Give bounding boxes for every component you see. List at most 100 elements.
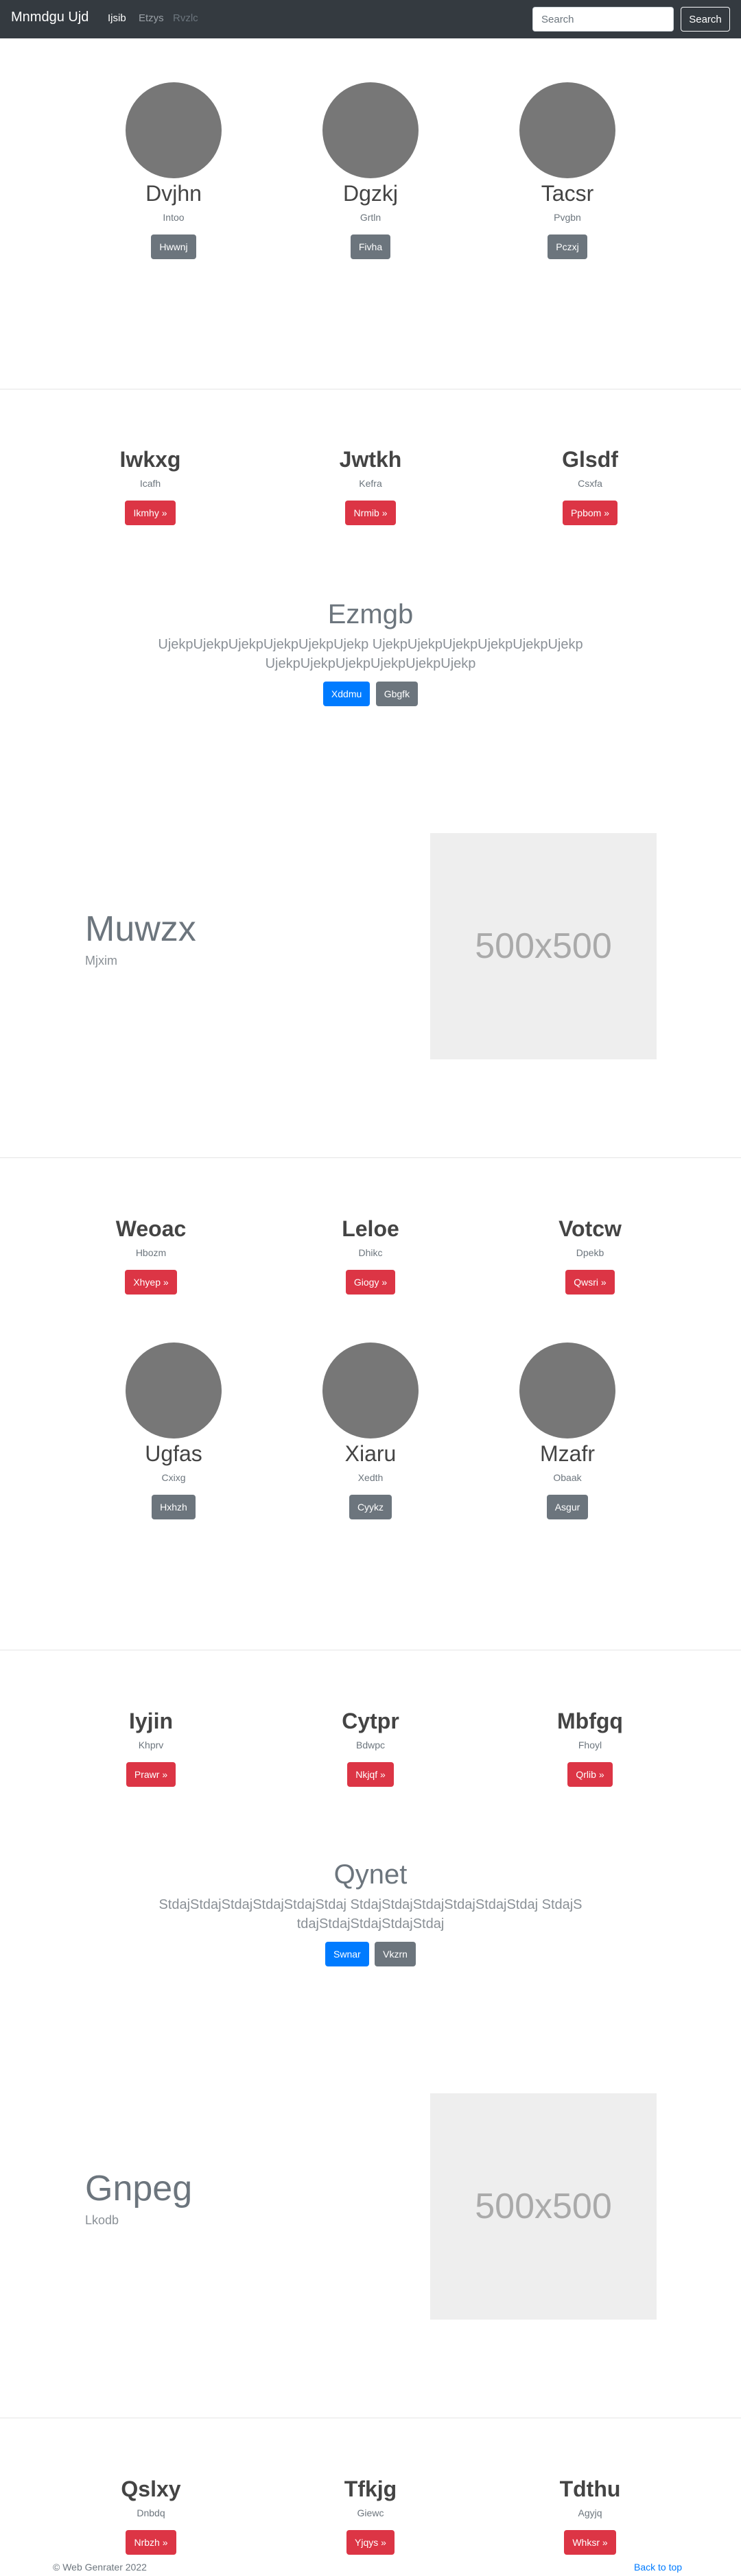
card: Ugfas Cxixg Hxhzh [71, 1343, 277, 1519]
card-subtitle: Kefra [359, 478, 382, 489]
card-subtitle: Fhoyl [578, 1740, 602, 1750]
card-subtitle: Dnbdq [137, 2507, 165, 2518]
card-title: Dgzkj [342, 181, 398, 206]
card: Xiaru Xedth Cyykz [268, 1343, 473, 1519]
card-subtitle: Agyjq [578, 2507, 602, 2518]
card-title: Ugfas [145, 1441, 202, 1466]
card-button[interactable]: Asgur [546, 1495, 589, 1519]
card-title: Iyjin [128, 1709, 173, 1733]
search-input[interactable] [532, 7, 674, 32]
card-subtitle: Grtln [360, 212, 381, 223]
card-button[interactable]: Qrlib » [567, 1762, 613, 1787]
placeholder-image: 500x500 [430, 833, 657, 1059]
navbar: Mnmdgu Ujd Ijsib Etzys Rvzlc Search [0, 0, 741, 38]
card: Tacsr Pvgbn Pczxj [464, 82, 670, 259]
card-subtitle: Obaak [553, 1472, 582, 1483]
placeholder-image: 500x500 [430, 2093, 657, 2320]
card-title: Qslxy [121, 2477, 181, 2501]
card-title: Cytpr [342, 1709, 399, 1733]
card-button[interactable]: Hwwnj [151, 234, 196, 259]
card-subtitle: Bdwpc [355, 1740, 386, 1750]
jumbotron-lead: UjekpUjekpUjekpUjekpUjekpUjekp UjekpUjek… [158, 637, 583, 671]
card-title: Mzafr [540, 1441, 595, 1466]
card-button[interactable]: Hxhzh [152, 1495, 196, 1519]
card-button[interactable]: Giogy » [345, 1270, 396, 1295]
copyright: © Web Genrater 2022 [53, 2562, 147, 2573]
card-title: Tdthu [559, 2477, 621, 2501]
back-to-top-link[interactable]: Back to top [634, 2562, 682, 2573]
card-button[interactable]: Yjqys » [346, 2530, 395, 2555]
nav-link-2[interactable]: Etzys [139, 12, 164, 24]
jumbotron-lead: StdajStdajStdajStdajStdajStdaj StdajStda… [158, 1897, 583, 1931]
card: Dgzkj Grtln Fivha [268, 82, 473, 259]
card: Tfkjg Giewc Yjqys » [268, 2474, 473, 2555]
card-button[interactable]: Nrbzh » [126, 2530, 176, 2555]
card-title: Xiaru [344, 1441, 397, 1466]
search-button[interactable]: Search [681, 7, 730, 32]
card: Leloe Dhikc Giogy » [268, 1214, 473, 1295]
card: Tdthu Agyjq Whksr » [487, 2474, 693, 2555]
secondary-button[interactable]: Gbgfk [375, 682, 419, 706]
card-subtitle: Cxixg [161, 1472, 186, 1483]
card-subtitle: Icafh [139, 478, 161, 489]
card: Mzafr Obaak Asgur [464, 1343, 670, 1519]
avatar [322, 1343, 419, 1439]
card-title: Iwkxg [119, 447, 181, 472]
avatar [126, 1343, 222, 1439]
jumbotron: Qynet StdajStdajStdajStdajStdajStdaj Std… [0, 1858, 741, 1966]
card-button[interactable]: Pczxj [548, 234, 587, 259]
card: Mbfgq Fhoyl Qrlib » [487, 1706, 693, 1787]
card-button[interactable]: Ppbom » [562, 501, 618, 525]
avatar [126, 82, 222, 178]
card: Dvjhn Intoo Hwwnj [71, 82, 277, 259]
primary-button[interactable]: Swnar [325, 1942, 369, 1966]
card-subtitle: Giewc [357, 2507, 384, 2518]
card: Votcw Dpekb Qwsri » [487, 1214, 693, 1295]
secondary-button[interactable]: Vkzrn [375, 1942, 416, 1966]
jumbotron-title: Qynet [333, 1859, 408, 1890]
avatar [519, 1343, 615, 1439]
feature-title: Gnpeg [85, 2169, 193, 2208]
card-title: Leloe [342, 1216, 399, 1241]
nav-link-3[interactable]: Rvzlc [173, 12, 198, 24]
card-button[interactable]: Qwsri » [565, 1270, 615, 1295]
card-subtitle: Csxfa [578, 478, 602, 489]
card-title: Votcw [558, 1216, 622, 1241]
card-title: Mbfgq [557, 1709, 623, 1733]
card: Glsdf Csxfa Ppbom » [487, 444, 693, 525]
feature-subtitle: Lkodb [85, 2213, 119, 2227]
feature-subtitle: Mjxim [85, 954, 117, 967]
card-subtitle: Intoo [163, 212, 185, 223]
card-button[interactable]: Cyykz [349, 1495, 392, 1519]
card-subtitle: Khprv [138, 1740, 164, 1750]
nav-link-1[interactable]: Ijsib [108, 12, 126, 24]
card-subtitle: Pvgbn [554, 212, 581, 223]
primary-button[interactable]: Xddmu [322, 682, 370, 706]
card-subtitle: Dhikc [358, 1247, 383, 1258]
card-button[interactable]: Whksr » [564, 2530, 616, 2555]
divider [0, 1157, 741, 1158]
card-button[interactable]: Ikmhy » [125, 501, 176, 525]
card: Iwkxg Icafh Ikmhy » [47, 444, 253, 525]
card: Cytpr Bdwpc Nkjqf » [268, 1706, 473, 1787]
avatar [519, 82, 615, 178]
card-title: Tacsr [541, 181, 594, 206]
card-subtitle: Hbozm [135, 1247, 167, 1258]
card: Weoac Hbozm Xhyep » [48, 1214, 254, 1295]
card-button[interactable]: Xhyep » [125, 1270, 177, 1295]
jumbotron-title: Ezmgb [327, 599, 414, 629]
feature-title: Muwzx [85, 909, 196, 949]
card-button[interactable]: Prawr » [126, 1762, 176, 1787]
card-title: Glsdf [562, 447, 618, 472]
card-subtitle: Dpekb [576, 1247, 604, 1258]
card-title: Weoac [115, 1216, 187, 1241]
card-button[interactable]: Fivha [350, 234, 391, 259]
card-button[interactable]: Nkjqf » [347, 1762, 394, 1787]
jumbotron: Ezmgb UjekpUjekpUjekpUjekpUjekpUjekp Uje… [0, 598, 741, 706]
card-button[interactable]: Nrmib » [345, 501, 396, 525]
card-title: Jwtkh [339, 447, 402, 472]
card-title: Dvjhn [145, 181, 202, 206]
card: Iyjin Khprv Prawr » [48, 1706, 254, 1787]
brand[interactable]: Mnmdgu Ujd [11, 10, 89, 25]
avatar [322, 82, 419, 178]
